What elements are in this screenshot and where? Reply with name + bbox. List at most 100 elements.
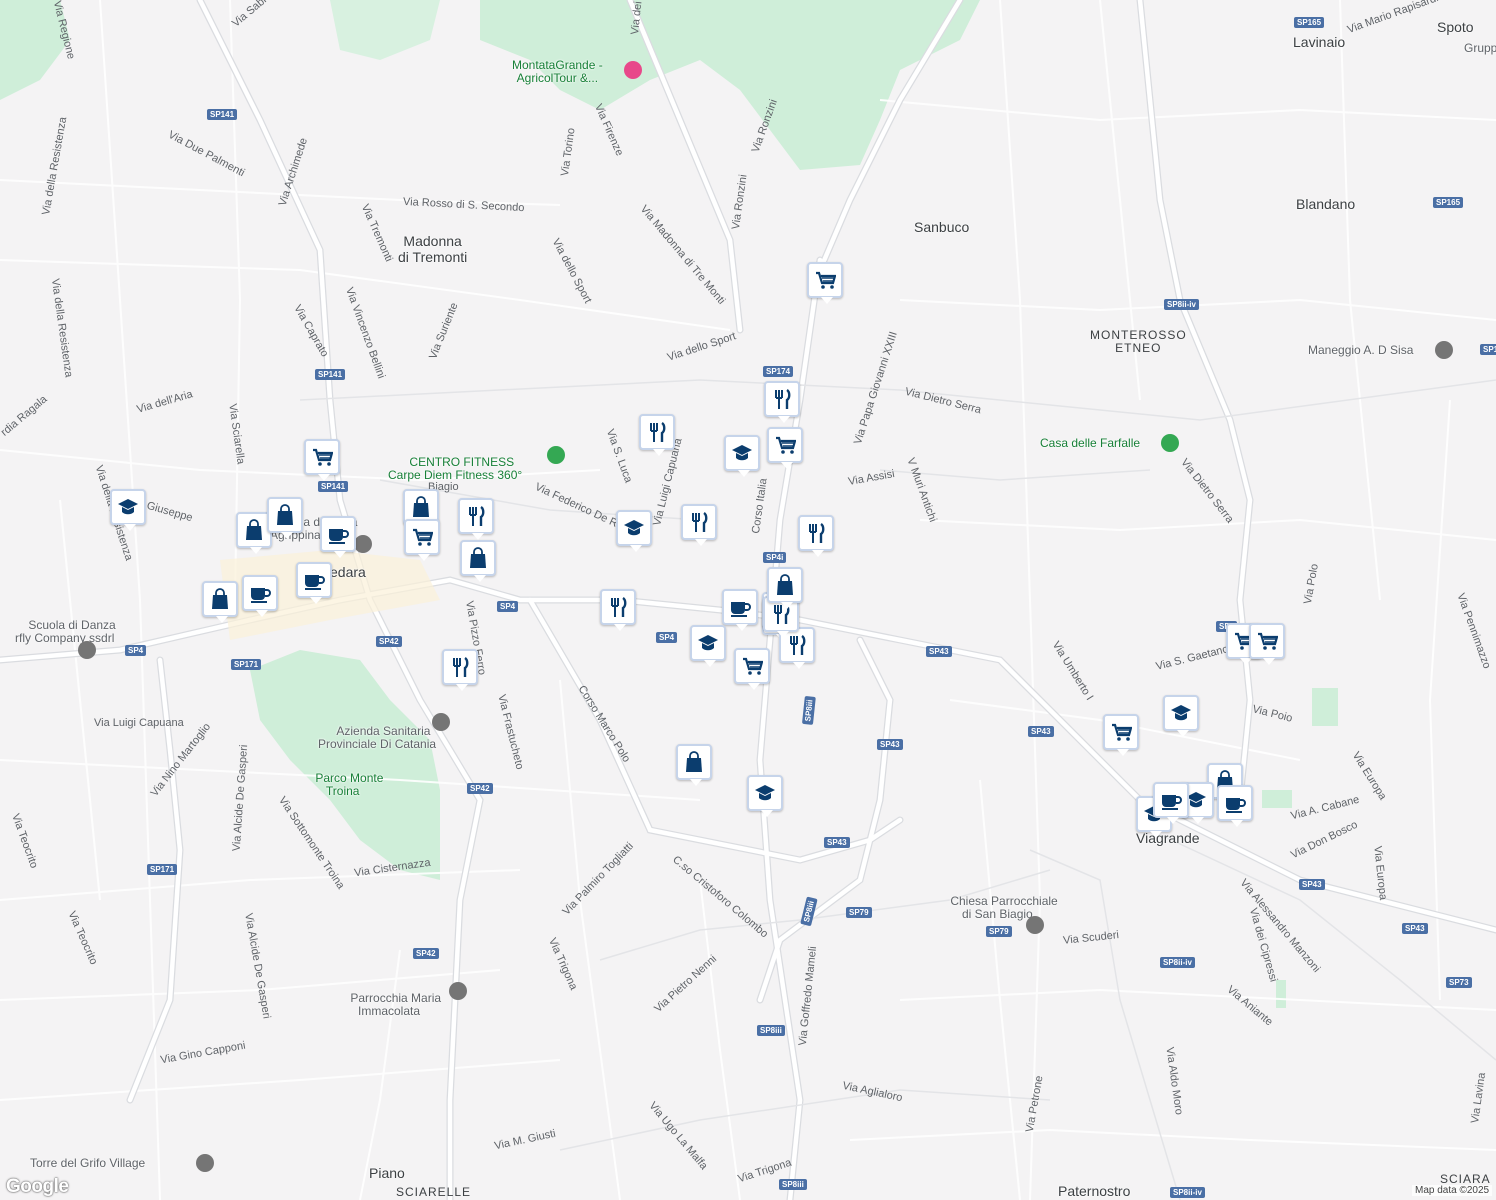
area-label-sciarelle: SCIARELLE <box>396 1185 472 1199</box>
google-logo: Google <box>6 1176 69 1197</box>
map-marker-cafe[interactable] <box>296 562 332 604</box>
map-marker-school[interactable] <box>616 510 652 552</box>
map-attribution[interactable]: Map data ©2025 <box>1412 1185 1493 1196</box>
town-label-blandano: Blandano <box>1296 196 1356 212</box>
road-shield: SP141 <box>315 369 346 380</box>
cart-icon <box>816 271 836 289</box>
map-marker-cart[interactable] <box>807 262 843 304</box>
road-shield: SP141 <box>207 109 238 120</box>
map-marker-school[interactable] <box>1163 695 1199 737</box>
map-marker-shopping-bag[interactable] <box>202 581 238 623</box>
map-marker-shopping-bag[interactable] <box>676 744 712 786</box>
cafe-icon <box>251 588 271 603</box>
shopping-bag-icon <box>277 504 293 525</box>
poi-azienda-sanitaria[interactable]: Azienda Sanitaria Provinciale Di Catania <box>318 712 436 764</box>
road-shield: SP8ii-iv <box>1170 1187 1205 1198</box>
road-shield: SP4 <box>125 645 147 656</box>
map-marker-cart[interactable] <box>404 519 440 561</box>
cart-icon <box>1112 723 1132 741</box>
map-marker-cafe[interactable] <box>722 589 758 631</box>
map-marker-restaurant[interactable] <box>764 381 800 423</box>
road-shield: SP43 <box>1402 923 1428 934</box>
church-icon <box>449 982 467 1000</box>
camera-icon <box>624 61 642 79</box>
poi-casa-delle-farfalle[interactable]: Casa delle Farfalle <box>1040 437 1140 450</box>
school-icon <box>118 499 138 515</box>
road-shield: SP43 <box>877 739 903 750</box>
cart-icon <box>1258 632 1278 650</box>
map-marker-cafe[interactable] <box>1217 785 1253 827</box>
town-label-madonna-di-tremonti: Madonna di Tremonti <box>398 233 468 265</box>
poi-label: Parco Monte Troina <box>315 771 384 798</box>
restaurant-icon <box>692 512 708 532</box>
map-marker-cafe[interactable] <box>320 516 356 558</box>
cafe-icon <box>329 529 349 544</box>
road-shield: SP79 <box>846 907 872 918</box>
road-shield: SP174 <box>763 366 794 377</box>
map-marker-school[interactable] <box>747 775 783 817</box>
road-shield: SP42 <box>413 948 439 959</box>
cart-icon <box>776 436 796 454</box>
poi-torre-del-grifo[interactable]: Torre del Grifo Village <box>30 1157 145 1170</box>
poi-label: Grupp <box>1464 41 1496 55</box>
poi-scuola-di-danza[interactable]: Scuola di Danza rfly Company ssdrl <box>15 606 116 658</box>
map-marker-cart[interactable] <box>304 439 340 481</box>
poi-label: Maneggio A. D Sisa <box>1308 343 1414 357</box>
poi-gruppo[interactable]: Grupp <box>1464 42 1496 55</box>
road-shield: SP4i <box>763 552 787 563</box>
town-label-viagrande: Viagrande <box>1136 830 1200 846</box>
poi-label: Scuola di Danza rfly Company ssdrl <box>15 618 116 645</box>
map-marker-cafe[interactable] <box>242 575 278 617</box>
map-marker-cart[interactable] <box>1103 714 1139 756</box>
poi-label: Casa delle Farfalle <box>1040 436 1141 450</box>
place-icon <box>547 446 565 464</box>
road-shield: SP4 <box>656 632 678 643</box>
church-icon <box>1026 916 1044 934</box>
map-marker-shopping-bag[interactable] <box>460 540 496 582</box>
restaurant-icon <box>775 389 791 409</box>
poi-maneggio[interactable]: Maneggio A. D Sisa <box>1308 344 1413 357</box>
map-marker-school[interactable] <box>110 489 146 531</box>
restaurant-icon <box>650 422 666 442</box>
map-marker-shopping-bag[interactable] <box>267 497 303 539</box>
road-shield: SP4 <box>497 601 519 612</box>
street-label: Via Luigi Capuana <box>94 717 184 729</box>
road-shield: SP43 <box>1299 879 1325 890</box>
road-shield: SP8ii-iv <box>1164 299 1199 310</box>
restaurant-icon <box>453 657 469 677</box>
map-marker-restaurant[interactable] <box>442 649 478 691</box>
shopping-bag-icon <box>246 519 262 540</box>
school-icon <box>732 445 752 461</box>
school-icon <box>698 635 718 651</box>
poi-label: CENTRO FITNESS Carpe Diem Fitness 360° <box>388 455 523 482</box>
map-marker-cafe[interactable] <box>1153 782 1189 824</box>
road-shield: SP43 <box>824 837 850 848</box>
town-label-piano: Piano <box>369 1165 405 1181</box>
poi-label: Torre del Grifo Village <box>30 1156 146 1170</box>
map-marker-restaurant[interactable] <box>600 589 636 631</box>
map-marker-school[interactable] <box>690 625 726 667</box>
poi-montata-grande[interactable]: MontataGrande - AgricolTour &... <box>512 58 642 85</box>
cart-icon <box>413 528 433 546</box>
poi-label: Chiesa Parrocchiale di San Biagio <box>950 894 1058 921</box>
map-marker-restaurant[interactable] <box>798 515 834 557</box>
map-marker-cart[interactable] <box>1249 623 1285 665</box>
poi-parrocchia-maria-immacolata[interactable]: Parrocchia Maria Immacolata <box>337 979 441 1031</box>
town-label-paternostro: Paternostro <box>1058 1183 1131 1199</box>
poi-parco-monte-troina[interactable]: Parco Monte Troina <box>302 759 383 811</box>
church-icon <box>354 535 372 553</box>
restaurant-icon <box>809 523 825 543</box>
map-marker-school[interactable] <box>724 435 760 477</box>
shopping-bag-icon <box>686 751 702 772</box>
map-marker-shopping-bag[interactable] <box>767 567 803 609</box>
school-icon <box>1171 705 1191 721</box>
map-marker-restaurant[interactable] <box>639 414 675 456</box>
map-view[interactable]: Madonna di Tremonti Sanbuco Lavinaio Spo… <box>0 0 1496 1200</box>
area-label-monterosso-etneo: MONTEROSSO ETNEO <box>1090 328 1187 355</box>
map-marker-cart[interactable] <box>767 427 803 469</box>
map-marker-restaurant[interactable] <box>681 504 717 546</box>
map-marker-cart[interactable] <box>734 648 770 690</box>
map-marker-restaurant[interactable] <box>458 498 494 540</box>
town-label-pedara: edara <box>330 564 366 580</box>
poi-label: MontataGrande - AgricolTour &... <box>512 58 603 85</box>
